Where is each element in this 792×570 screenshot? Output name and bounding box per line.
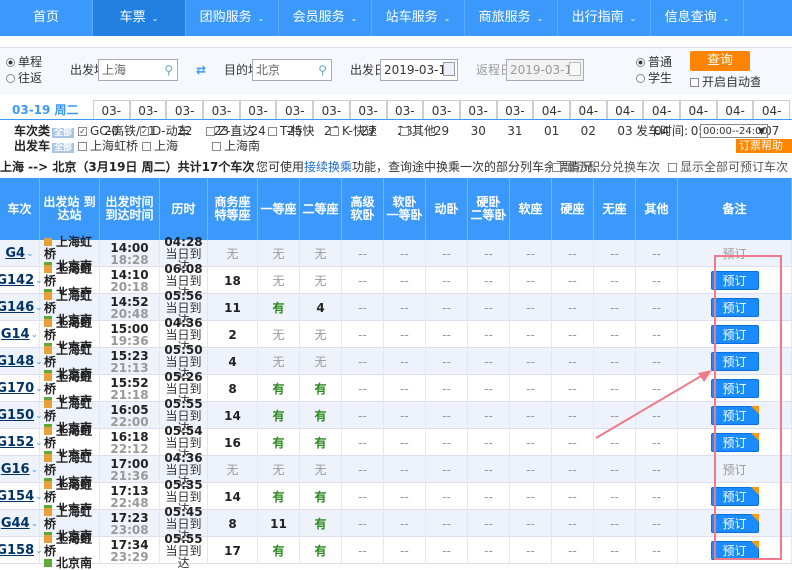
arrow-head [698, 370, 712, 382]
annotation-arrow [595, 370, 712, 439]
arrow-line [595, 371, 709, 439]
